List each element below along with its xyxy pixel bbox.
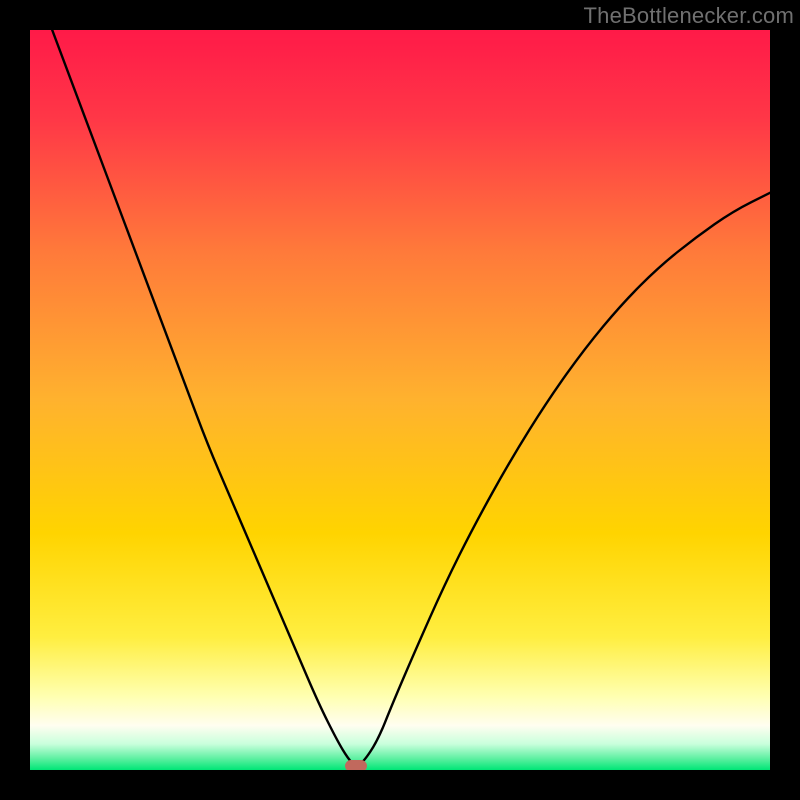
valley-marker <box>345 760 367 770</box>
watermark-text: TheBottlenecker.com <box>584 3 794 29</box>
gradient-background <box>30 30 770 770</box>
chart-frame: TheBottlenecker.com <box>0 0 800 800</box>
plot-area <box>30 30 770 770</box>
chart-svg <box>30 30 770 770</box>
